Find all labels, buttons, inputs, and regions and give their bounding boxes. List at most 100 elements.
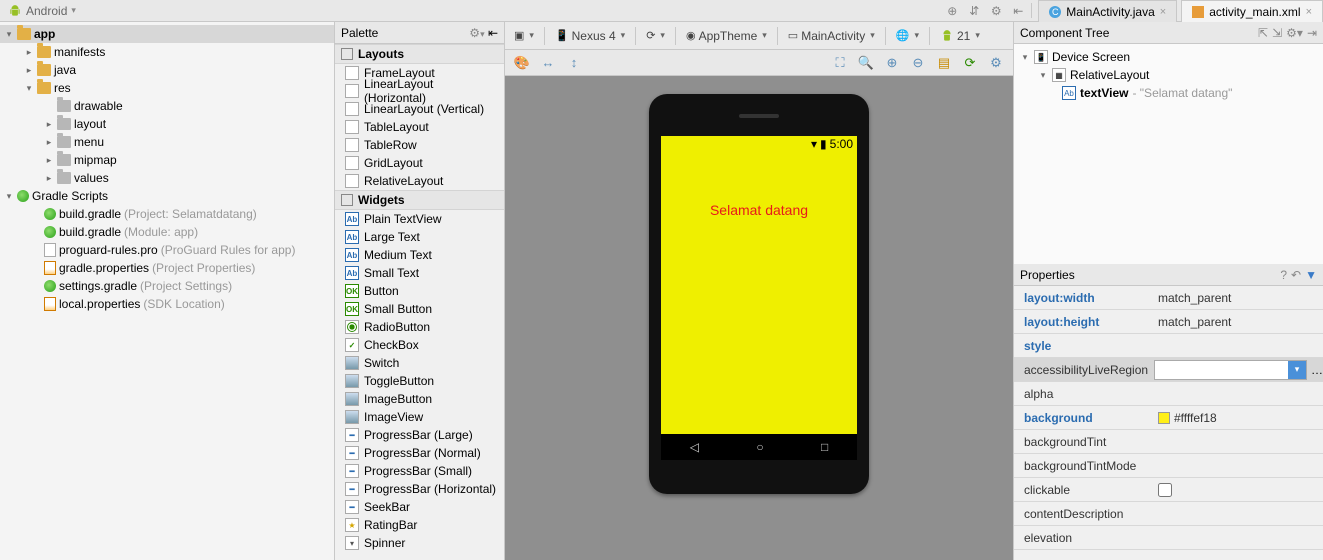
tab-activity-xml[interactable]: activity_main.xml × xyxy=(1181,0,1323,22)
palette-item[interactable]: AbMedium Text xyxy=(335,246,504,264)
tree-item[interactable]: ▸layout xyxy=(0,115,334,133)
help-icon[interactable]: ? xyxy=(1280,268,1287,282)
palette-item[interactable]: Switch xyxy=(335,354,504,372)
more-button[interactable]: … xyxy=(1311,363,1323,377)
property-row[interactable]: background#ffffef18 xyxy=(1014,406,1323,430)
palette-item[interactable]: GridLayout xyxy=(335,154,504,172)
property-value[interactable]: match_parent xyxy=(1154,291,1323,305)
property-row[interactable]: layout:widthmatch_parent xyxy=(1014,286,1323,310)
hide-icon[interactable]: ⇤ xyxy=(488,26,498,40)
gear-icon[interactable]: ⚙ xyxy=(469,26,480,40)
property-value[interactable]: match_parent xyxy=(1154,315,1323,329)
api-dropdown[interactable]: 21 xyxy=(935,25,985,47)
property-row[interactable]: clickable xyxy=(1014,478,1323,502)
undo-icon[interactable]: ↶ xyxy=(1291,268,1301,282)
gear-icon[interactable]: ⚙ xyxy=(985,0,1007,21)
tree-item[interactable]: ▾res xyxy=(0,79,334,97)
palette-item[interactable]: ProgressBar (Normal) xyxy=(335,444,504,462)
zoom-in-icon[interactable]: ⊕ xyxy=(881,52,903,74)
palette-item[interactable]: TableLayout xyxy=(335,118,504,136)
zoom-out-icon[interactable]: ⊖ xyxy=(907,52,929,74)
palette-item[interactable]: Spinner xyxy=(335,534,504,552)
tree-item[interactable]: drawable xyxy=(0,97,334,115)
device-screen[interactable]: ▾ ▮ 5:00 Selamat datang ◁ ○ □ xyxy=(661,136,857,460)
property-row[interactable]: backgroundTintMode xyxy=(1014,454,1323,478)
design-canvas[interactable]: ▾ ▮ 5:00 Selamat datang ◁ ○ □ xyxy=(505,76,1013,560)
palette-item[interactable]: AbSmall Text xyxy=(335,264,504,282)
collapse-icon[interactable]: ⇵ xyxy=(963,0,985,21)
orientation-dropdown[interactable]: ⟳ xyxy=(641,25,670,47)
tree-item[interactable]: ▸values xyxy=(0,169,334,187)
tree-item[interactable]: proguard-rules.pro (ProGuard Rules for a… xyxy=(0,241,334,259)
hide-icon[interactable]: ⇥ xyxy=(1307,26,1317,40)
project-view-selector[interactable]: Android ▾ xyxy=(0,0,84,21)
expand-height-icon[interactable]: ↕ xyxy=(563,52,585,74)
zoom-actual-icon[interactable]: 🔍 xyxy=(855,52,877,74)
tree-item[interactable]: settings.gradle (Project Settings) xyxy=(0,277,334,295)
activity-dropdown[interactable]: ▭ MainActivity xyxy=(783,25,880,47)
palette-item[interactable]: ToggleButton xyxy=(335,372,504,390)
zoom-fit-icon[interactable]: ⛶ xyxy=(829,52,851,74)
tree-gradle-root[interactable]: ▾ Gradle Scripts xyxy=(0,187,334,205)
tree-relative-layout[interactable]: ▾ ▦ RelativeLayout xyxy=(1014,66,1323,84)
palette-item[interactable]: AbLarge Text xyxy=(335,228,504,246)
palette-item[interactable]: RatingBar xyxy=(335,516,504,534)
filter-icon[interactable]: ▼ xyxy=(1305,268,1317,282)
palette-item[interactable]: SeekBar xyxy=(335,498,504,516)
palette-item[interactable]: ImageButton xyxy=(335,390,504,408)
palette-item[interactable]: ProgressBar (Large) xyxy=(335,426,504,444)
collapse-icon[interactable]: ⇲ xyxy=(1272,26,1282,40)
tree-item[interactable]: build.gradle (Module: app) xyxy=(0,223,334,241)
dropdown-button[interactable]: ▾ xyxy=(1288,361,1306,379)
palette-item[interactable]: LinearLayout (Horizontal) xyxy=(335,82,504,100)
refresh-icon[interactable]: ⟳ xyxy=(959,52,981,74)
palette-item[interactable]: OKButton xyxy=(335,282,504,300)
palette-item[interactable]: AbPlain TextView xyxy=(335,210,504,228)
tree-item[interactable]: gradle.properties (Project Properties) xyxy=(0,259,334,277)
close-icon[interactable]: × xyxy=(1306,6,1312,18)
property-combo[interactable]: ▾ xyxy=(1154,360,1307,380)
device-dropdown[interactable]: 📱 Nexus 4 xyxy=(550,25,630,47)
expand-icon[interactable]: ⇱ xyxy=(1258,26,1268,40)
gear-icon[interactable]: ⚙ xyxy=(985,52,1007,74)
tree-item[interactable]: ▸menu xyxy=(0,133,334,151)
tree-item[interactable]: build.gradle (Project: Selamatdatang) xyxy=(0,205,334,223)
tree-item[interactable]: ▸manifests xyxy=(0,43,334,61)
palette-item[interactable]: LinearLayout (Vertical) xyxy=(335,100,504,118)
palette-item[interactable]: ImageView xyxy=(335,408,504,426)
tab-main-activity[interactable]: C MainActivity.java × xyxy=(1038,0,1177,22)
property-row[interactable]: style xyxy=(1014,334,1323,358)
tree-root-app[interactable]: ▾ app xyxy=(0,25,334,43)
palette-item[interactable]: TableRow xyxy=(335,136,504,154)
theme-dropdown[interactable]: ◉ AppTheme xyxy=(681,25,772,47)
property-row[interactable]: contentDescription xyxy=(1014,502,1323,526)
tree-item[interactable]: ▸mipmap xyxy=(0,151,334,169)
property-row[interactable]: elevation xyxy=(1014,526,1323,550)
close-icon[interactable]: × xyxy=(1160,6,1166,18)
property-row[interactable]: accessibilityLiveRegion▾… xyxy=(1014,358,1323,382)
screenshot-icon[interactable]: ▤ xyxy=(933,52,955,74)
target-icon[interactable]: ⊕ xyxy=(941,0,963,21)
gear-icon[interactable]: ⚙▾ xyxy=(1286,26,1303,40)
property-checkbox[interactable] xyxy=(1158,483,1172,497)
tree-item[interactable]: local.properties (SDK Location) xyxy=(0,295,334,313)
palette-item[interactable]: RadioButton xyxy=(335,318,504,336)
palette-group-layouts[interactable]: Layouts xyxy=(335,44,504,64)
locale-dropdown[interactable]: 🌐 xyxy=(891,25,924,47)
hide-icon[interactable]: ⇤ xyxy=(1007,0,1029,21)
palette-group-widgets[interactable]: Widgets xyxy=(335,190,504,210)
palette-item[interactable]: OKSmall Button xyxy=(335,300,504,318)
property-row[interactable]: alpha xyxy=(1014,382,1323,406)
property-row[interactable]: backgroundTint xyxy=(1014,430,1323,454)
palette-item[interactable]: ProgressBar (Small) xyxy=(335,462,504,480)
render-dropdown[interactable]: ▣ xyxy=(509,25,539,47)
tree-textview[interactable]: Ab textView - "Selamat datang" xyxy=(1014,84,1323,102)
palette-toggle-icon[interactable]: 🎨 xyxy=(511,52,533,74)
property-row[interactable]: layout:heightmatch_parent xyxy=(1014,310,1323,334)
textview-preview[interactable]: Selamat datang xyxy=(661,202,857,218)
tree-device-screen[interactable]: ▾ 📱 Device Screen xyxy=(1014,48,1323,66)
expand-width-icon[interactable]: ↔ xyxy=(537,52,559,74)
tree-item[interactable]: ▸java xyxy=(0,61,334,79)
palette-item[interactable]: CheckBox xyxy=(335,336,504,354)
palette-item[interactable]: ProgressBar (Horizontal) xyxy=(335,480,504,498)
